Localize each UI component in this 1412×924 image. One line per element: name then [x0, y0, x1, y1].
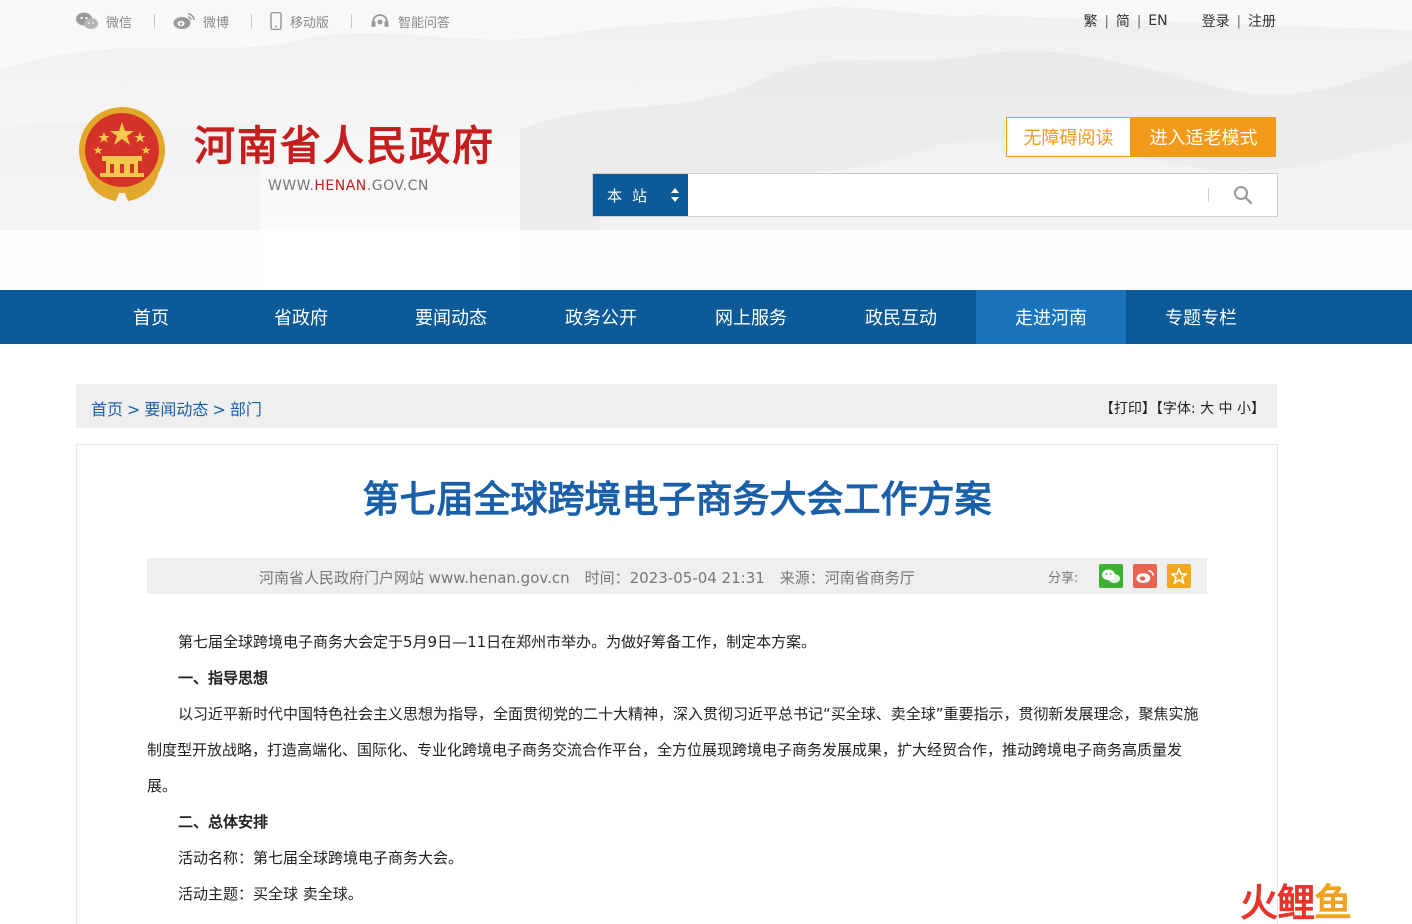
watermark-logo: 火 鲤 鱼	[1240, 878, 1352, 924]
nav-item-interaction[interactable]: 政民互动	[826, 290, 976, 344]
article-body: 第七届全球跨境电子商务大会定于5月9日—11日在郑州市举办。为做好筹备工作，制定…	[147, 624, 1207, 912]
site-url-highlight: HENAN	[314, 178, 367, 194]
article-paragraph: 活动名称：第七届全球跨境电子商务大会。	[178, 849, 464, 867]
nav-item-government-affairs[interactable]: 政务公开	[526, 290, 676, 344]
share-wechat-button[interactable]	[1099, 564, 1123, 588]
search-button[interactable]	[1209, 174, 1277, 216]
topbar-mobile-label: 移动版	[290, 15, 330, 31]
star-icon	[1171, 568, 1187, 584]
watermark-char: 鲤	[1277, 880, 1315, 924]
site-url-suffix: .GOV.CN	[366, 178, 429, 194]
topbar-wechat-label: 微信	[106, 15, 133, 31]
article-title: 第七届全球跨境电子商务大会工作方案	[362, 477, 992, 521]
breadcrumb-bar: 首页 > 要闻动态 > 部门 【打印】【字体: 大 中 小】	[76, 384, 1277, 428]
nav-item-news[interactable]: 要闻动态	[376, 290, 526, 344]
font-medium-link[interactable]: 中	[1219, 401, 1233, 417]
watermark-char: 火	[1240, 880, 1278, 924]
login-link[interactable]: 登录	[1202, 11, 1230, 31]
mode-buttons: 无障碍阅读 进入适老模式	[1006, 117, 1276, 157]
updown-arrows-icon	[671, 188, 679, 202]
watermark-char: 鱼	[1314, 880, 1352, 924]
nav-item-home[interactable]: 首页	[76, 290, 226, 344]
breadcrumb-separator: >	[212, 400, 226, 419]
breadcrumb: 首页 > 要闻动态 > 部门	[91, 396, 262, 420]
lang-english-link[interactable]: EN	[1148, 13, 1167, 29]
topbar-divider	[154, 14, 156, 28]
headset-icon	[371, 14, 389, 27]
site-url: WWW.HENAN.GOV.CN	[268, 178, 429, 194]
article-paragraph: 第七届全球跨境电子商务大会定于5月9日—11日在郑州市举办。为做好筹备工作，制定…	[178, 633, 817, 651]
nav-item-online-services[interactable]: 网上服务	[676, 290, 826, 344]
font-size-close: 】	[1251, 401, 1265, 417]
nav-item-special-topics[interactable]: 专题专栏	[1126, 290, 1276, 344]
nav-item-about-henan[interactable]: 走进河南	[976, 290, 1126, 344]
lang-simplified-link[interactable]: 简	[1116, 11, 1130, 31]
favorite-button[interactable]	[1167, 564, 1191, 588]
pipe-separator: |	[1136, 13, 1142, 29]
national-emblem-icon[interactable]	[76, 106, 168, 204]
font-large-link[interactable]: 大	[1200, 401, 1214, 417]
topbar-weibo-label: 微博	[203, 15, 230, 31]
search-bar: 本站	[592, 173, 1278, 217]
share-label: 分享:	[1048, 571, 1079, 586]
main-nav-items: 首页 省政府 要闻动态 政务公开 网上服务 政民互动 走进河南 专题专栏	[76, 290, 1276, 344]
nav-item-provincial-government[interactable]: 省政府	[226, 290, 376, 344]
topbar-social: 微信 微博 移动版 智能问答	[76, 10, 450, 32]
wechat-icon	[1102, 569, 1120, 583]
pipe-separator: |	[1236, 13, 1241, 29]
wechat-icon	[76, 12, 98, 29]
topbar-mobile[interactable]: 移动版	[270, 12, 329, 31]
print-link[interactable]: 【打印】	[1100, 401, 1156, 417]
breadcrumb-home-link[interactable]: 首页	[91, 400, 123, 419]
main-nav: 首页 省政府 要闻动态 政务公开 网上服务 政民互动 走进河南 专题专栏	[0, 290, 1412, 344]
register-link[interactable]: 注册	[1248, 11, 1276, 31]
search-input[interactable]	[688, 174, 1208, 216]
topbar-qa-label: 智能问答	[398, 15, 451, 31]
article-section-heading: 二、总体安排	[178, 813, 269, 831]
meta-time: 时间：2023-05-04 21:31	[584, 569, 765, 587]
meta-source: 来源：河南省商务厅	[779, 569, 915, 587]
weibo-icon	[173, 13, 195, 29]
topbar-divider	[251, 14, 253, 28]
font-small-link[interactable]: 小	[1237, 401, 1251, 417]
article-paragraph: 活动主题：买全球 卖全球。	[178, 885, 363, 903]
search-icon	[1234, 186, 1253, 205]
font-size-label: 【字体:	[1155, 401, 1196, 417]
article-section-heading: 一、指导思想	[178, 669, 269, 687]
breadcrumb-news-link[interactable]: 要闻动态	[144, 400, 208, 419]
elder-mode-button[interactable]: 进入适老模式	[1131, 117, 1276, 157]
topbar-qa[interactable]: 智能问答	[370, 12, 450, 31]
site-title[interactable]: 河南省人民政府	[194, 120, 495, 172]
header: 微信 微博 移动版 智能问答 繁 | 简 | EN 登录 | 注册 河南省人民政…	[0, 0, 1412, 290]
article-tools: 【打印】【字体: 大 中 小】	[1100, 398, 1265, 418]
mobile-icon	[270, 12, 282, 30]
site-url-prefix: WWW.	[268, 178, 315, 194]
topbar-wechat[interactable]: 微信	[76, 12, 132, 31]
lang-traditional-link[interactable]: 繁	[1084, 11, 1098, 31]
search-scope-select[interactable]: 本站	[593, 174, 688, 216]
topbar-weibo[interactable]: 微博	[173, 12, 229, 31]
topbar-utilities: 繁 | 简 | EN 登录 | 注册	[1084, 10, 1277, 32]
article-paragraph: 以习近平新时代中国特色社会主义思想为指导，全面贯彻党的二十大精神，深入贯彻习近平…	[147, 705, 1199, 795]
pipe-separator: |	[1104, 13, 1109, 29]
topbar-divider	[351, 14, 353, 28]
share-weibo-button[interactable]	[1133, 564, 1157, 588]
meta-site: 河南省人民政府门户网站 www.henan.gov.cn	[259, 569, 570, 587]
article-meta-text: 河南省人民政府门户网站 www.henan.gov.cn 时间：2023-05-0…	[259, 567, 930, 588]
weibo-icon	[1136, 569, 1154, 583]
breadcrumb-department-link[interactable]: 部门	[230, 400, 262, 419]
accessible-reading-button[interactable]: 无障碍阅读	[1006, 117, 1131, 157]
breadcrumb-separator: >	[127, 400, 141, 419]
article-meta: 河南省人民政府门户网站 www.henan.gov.cn 时间：2023-05-0…	[147, 558, 1207, 594]
search-scope-label: 本站	[607, 186, 658, 205]
